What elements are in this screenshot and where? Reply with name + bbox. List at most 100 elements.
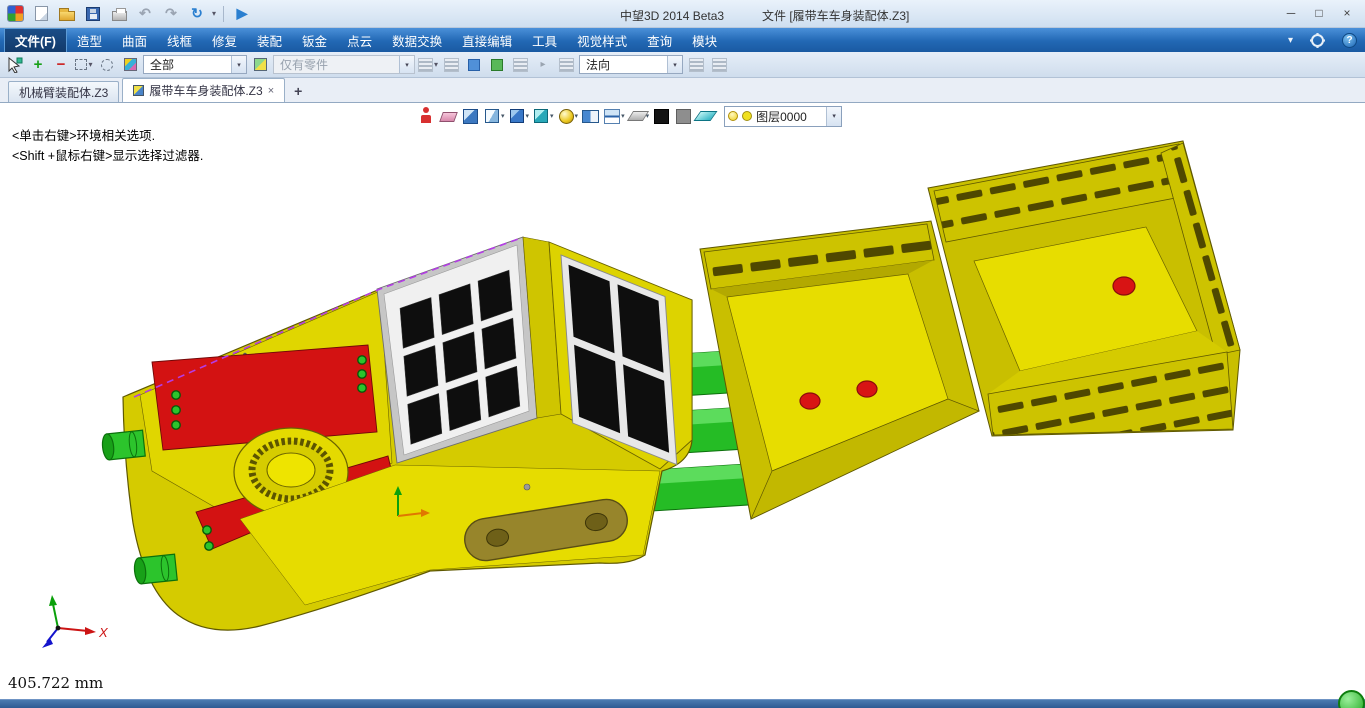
part-filter-icon[interactable] (250, 54, 270, 76)
new-document-button[interactable] (30, 3, 52, 25)
prev-pick-icon[interactable]: ▸ (533, 54, 553, 76)
shaded-mode-icon[interactable] (481, 105, 503, 127)
redo-button[interactable]: ↷ (160, 3, 182, 25)
ribbon-tab-bar: 文件(F) 造型 曲面 线框 修复 装配 钣金 点云 数据交换 直接编辑 工具 … (0, 28, 1365, 52)
section-view-icon[interactable] (579, 105, 601, 127)
tab-directedit[interactable]: 直接编辑 (452, 28, 522, 52)
lightbulb-icon[interactable] (728, 111, 738, 121)
red-cap-1[interactable] (800, 393, 820, 409)
plate-display-icon[interactable] (694, 105, 716, 127)
lasso-select-button[interactable] (97, 54, 117, 76)
tab-modules[interactable]: 模块 (682, 28, 727, 52)
maximize-button[interactable]: □ (1305, 3, 1333, 23)
minimize-button[interactable]: ─ (1277, 3, 1305, 23)
half-section-icon[interactable] (601, 105, 623, 127)
window-controls: ─ □ × (1277, 3, 1361, 23)
chassis-assembly[interactable] (101, 237, 692, 630)
chevron-down-icon[interactable]: ▾ (826, 107, 841, 126)
chevron-down-icon[interactable]: ▾ (667, 56, 682, 73)
chevron-down-icon[interactable]: ▾ (231, 56, 246, 73)
cargo-box-right[interactable] (928, 141, 1240, 436)
normal-direction-dropdown[interactable]: 法向 ▾ (579, 55, 683, 74)
measurement-readout: 405.722 mm (8, 674, 103, 692)
remove-from-selection-button[interactable]: − (51, 54, 71, 76)
tab-wireframe[interactable]: 线框 (157, 28, 202, 52)
context-hint-2: <Shift +鼠标右键>显示选择过滤器. (12, 145, 203, 164)
doc-tab-label: 履带车车身装配体.Z3 (149, 82, 262, 99)
color-swatch-gray[interactable] (672, 105, 694, 127)
separator (223, 6, 224, 22)
help-icon[interactable]: ? (1342, 33, 1357, 48)
add-to-selection-button[interactable]: + (28, 54, 48, 76)
red-cap-3[interactable] (1113, 277, 1135, 295)
color-swatch-black[interactable] (650, 105, 672, 127)
tab-surface[interactable]: 曲面 (112, 28, 157, 52)
open-file-button[interactable] (56, 3, 78, 25)
ribbon-right-controls: ▾ ? (1288, 28, 1357, 52)
tab-visualstyle[interactable]: 视觉样式 (567, 28, 637, 52)
gear-icon[interactable] (1311, 34, 1324, 47)
solid-mode-icon[interactable] (506, 105, 528, 127)
list-filter-icon[interactable]: ▾ (418, 54, 438, 76)
filter-all-value: 全部 (150, 56, 174, 73)
axle-cylinder-upper[interactable] (101, 430, 145, 460)
appearance-icon[interactable] (555, 105, 577, 127)
list-filter2-icon[interactable] (441, 54, 461, 76)
quick-access-toolbar: ↶ ↷ ↻ ▾ ▶ (4, 3, 253, 25)
eraser-icon[interactable] (437, 105, 459, 127)
document-title: 文件 [履带车车身装配体.Z3] (762, 7, 909, 24)
tab-inquire[interactable]: 查询 (637, 28, 682, 52)
quick-access-caret[interactable]: ▾ (212, 9, 216, 18)
tab-file[interactable]: 文件(F) (4, 28, 67, 52)
select-arrow-icon[interactable] (5, 54, 25, 76)
layer-dropdown[interactable]: 图层0000 ▾ (724, 106, 842, 127)
datum-plane-icon[interactable] (626, 105, 648, 127)
layer-name: 图层0000 (756, 108, 807, 125)
doc-tab-robot-arm[interactable]: 机械臂装配体.Z3 (8, 81, 119, 102)
assembly-file-icon (133, 85, 144, 96)
tab-repair[interactable]: 修复 (202, 28, 247, 52)
regen-entity-icon[interactable] (415, 105, 437, 127)
model-canvas[interactable]: X ▾ ▾ ▾ ▾ ▾ ▾ 图层0000 ▾ <单击右键>环境相关选项. <Sh… (0, 103, 1365, 699)
document-tab-bar: 机械臂装配体.Z3 履带车车身装配体.Z3 × + (0, 78, 1365, 103)
tab-close-icon[interactable]: × (268, 85, 274, 97)
doc-tab-label: 机械臂装配体.Z3 (19, 84, 108, 101)
wireframe-mode-icon[interactable] (530, 105, 552, 127)
red-cap-2[interactable] (857, 381, 877, 397)
pick-filter-icon[interactable] (120, 54, 140, 76)
undo-button[interactable]: ↶ (134, 3, 156, 25)
aux-tool2-icon[interactable] (709, 54, 729, 76)
tab-shape[interactable]: 造型 (67, 28, 112, 52)
pick-all-icon[interactable] (487, 54, 507, 76)
close-button[interactable]: × (1333, 3, 1361, 23)
aux-tool1-icon[interactable] (686, 54, 706, 76)
selection-toolbar: + − ▾ 全部 ▾ 仅有零件 ▾ ▾ ▸ 法向 ▾ (0, 52, 1365, 78)
tab-pointcloud[interactable]: 点云 (337, 28, 382, 52)
box-select-button[interactable]: ▾ (74, 54, 94, 76)
regen-button[interactable]: ↻ (186, 3, 208, 25)
save-button[interactable] (82, 3, 104, 25)
parts-only-value: 仅有零件 (280, 56, 328, 73)
chevron-down-icon[interactable]: ▾ (399, 56, 414, 73)
ribbon-collapse-icon[interactable]: ▾ (1288, 35, 1293, 46)
print-button[interactable] (108, 3, 130, 25)
layer-color-dot (742, 111, 752, 121)
tab-sheetmetal[interactable]: 钣金 (292, 28, 337, 52)
axle-cylinder-lower[interactable] (133, 554, 177, 584)
start-button[interactable]: ▶ (231, 3, 253, 25)
tab-dataexchange[interactable]: 数据交换 (382, 28, 452, 52)
filter-all-dropdown[interactable]: 全部 ▾ (143, 55, 247, 74)
pick-last-icon[interactable] (464, 54, 484, 76)
pick-list-icon[interactable] (510, 54, 530, 76)
magnet-snap-icon[interactable] (556, 54, 576, 76)
3d-model-viewport[interactable]: X (0, 103, 1365, 699)
tab-tools[interactable]: 工具 (522, 28, 567, 52)
tab-assembly[interactable]: 装配 (247, 28, 292, 52)
doc-tab-tracked-vehicle[interactable]: 履带车车身装配体.Z3 × (122, 78, 285, 102)
context-hint-1: <单击右键>环境相关选项. (12, 125, 155, 144)
parts-only-dropdown[interactable]: 仅有零件 ▾ (273, 55, 415, 74)
world-axis-triad: X (42, 595, 109, 648)
face-display-icon[interactable] (459, 105, 481, 127)
new-tab-button[interactable]: + (294, 83, 302, 99)
normal-direction-value: 法向 (586, 56, 610, 73)
